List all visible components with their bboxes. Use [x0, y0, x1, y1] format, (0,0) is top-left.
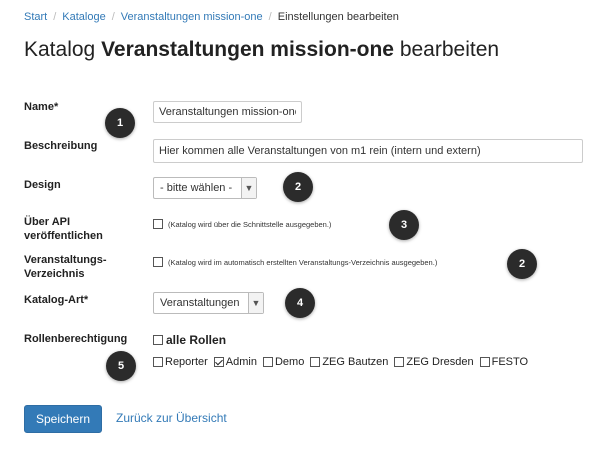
directory-label-line1: Veranstaltungs-	[24, 254, 107, 266]
page-title-prefix: Katalog	[24, 38, 96, 61]
breadcrumb-separator: /	[53, 11, 57, 23]
annotation-badge: 2	[283, 172, 313, 202]
api-publish-label-line2: veröffentlichen	[24, 230, 103, 242]
all-roles-option: alle Rollen	[153, 333, 226, 347]
role-option-zeg-bautzen: ZEG Bautzen	[310, 356, 388, 368]
role-option-festo: FESTO	[479, 356, 529, 368]
role-option-zeg-dresden: ZEG Dresden	[394, 356, 474, 368]
roles-list: Reporter Admin Demo ZEG Bautzen ZEG Dres…	[153, 356, 534, 368]
role-label: FESTO	[491, 356, 529, 368]
catalog-type-label: Katalog-Art*	[24, 294, 89, 306]
role-checkbox-demo[interactable]	[262, 357, 273, 367]
api-publish-label: Über API veröffentlichen	[24, 215, 103, 243]
all-roles-label: alle Rollen	[166, 333, 227, 347]
description-label: Beschreibung	[24, 140, 98, 152]
role-label: Reporter	[165, 356, 208, 368]
directory-label-line2: Verzeichnis	[24, 268, 85, 280]
annotation-badge: 3	[389, 210, 419, 240]
role-checkbox-festo[interactable]	[479, 357, 490, 367]
role-option-demo: Demo	[262, 356, 305, 368]
back-to-overview-link[interactable]: Zurück zur Übersicht	[116, 411, 227, 425]
name-input[interactable]	[153, 101, 302, 123]
save-button[interactable]: Speichern	[24, 405, 102, 433]
page-title: Katalog Veranstaltungen mission-one bear…	[24, 38, 499, 62]
breadcrumb-item-current: Einstellungen bearbeiten	[277, 11, 399, 23]
all-roles-checkbox[interactable]	[153, 335, 163, 345]
role-label: Admin	[225, 356, 257, 368]
role-checkbox-reporter[interactable]	[153, 357, 163, 367]
breadcrumb-item-catalog[interactable]: Veranstaltungen mission-one	[121, 11, 263, 23]
page-title-suffix: bearbeiten	[399, 38, 500, 61]
description-input[interactable]	[153, 139, 583, 163]
annotation-badge: 1	[105, 108, 135, 138]
chevron-down-icon: ▼	[248, 293, 263, 313]
breadcrumb-separator: /	[268, 11, 272, 23]
role-label: Demo	[274, 356, 305, 368]
role-option-reporter: Reporter	[153, 356, 208, 368]
directory-option: (Katalog wird im automatisch erstellten …	[153, 257, 437, 267]
api-publish-option: (Katalog wird über die Schnittstelle aus…	[153, 219, 331, 229]
api-publish-checkbox[interactable]	[153, 219, 163, 229]
role-checkbox-zeg-dresden[interactable]	[394, 357, 405, 367]
page-title-catalog-name: Veranstaltungen mission-one	[101, 38, 394, 61]
name-label: Name*	[24, 101, 59, 113]
role-option-admin: Admin	[213, 356, 257, 368]
design-label: Design	[24, 179, 61, 191]
breadcrumb-item-start[interactable]: Start	[24, 11, 47, 23]
directory-checkbox[interactable]	[153, 257, 163, 267]
role-checkbox-admin[interactable]	[213, 357, 224, 367]
design-select[interactable]: - bitte wählen - ▼	[153, 177, 257, 199]
catalog-type-select-value: Veranstaltungen	[160, 297, 240, 309]
chevron-down-icon: ▼	[241, 178, 256, 198]
api-publish-hint: (Katalog wird über die Schnittstelle aus…	[168, 219, 332, 229]
annotation-badge: 2	[507, 249, 537, 279]
api-publish-label-line1: Über API	[24, 216, 71, 228]
role-label: ZEG Dresden	[406, 356, 474, 368]
design-select-value: - bitte wählen -	[160, 182, 233, 194]
directory-label: Veranstaltungs- Verzeichnis	[24, 253, 107, 281]
breadcrumb-separator: /	[111, 11, 115, 23]
directory-hint: (Katalog wird im automatisch erstellten …	[168, 257, 438, 267]
annotation-badge: 5	[106, 351, 136, 381]
annotation-badge: 4	[285, 288, 315, 318]
catalog-type-select[interactable]: Veranstaltungen ▼	[153, 292, 264, 314]
role-label: ZEG Bautzen	[322, 356, 389, 368]
breadcrumb-item-kataloge[interactable]: Kataloge	[62, 11, 105, 23]
role-checkbox-zeg-bautzen[interactable]	[310, 357, 321, 367]
breadcrumb: Start / Kataloge / Veranstaltungen mission-o…	[24, 11, 399, 23]
roles-label: Rollenberechtigung	[24, 333, 128, 345]
